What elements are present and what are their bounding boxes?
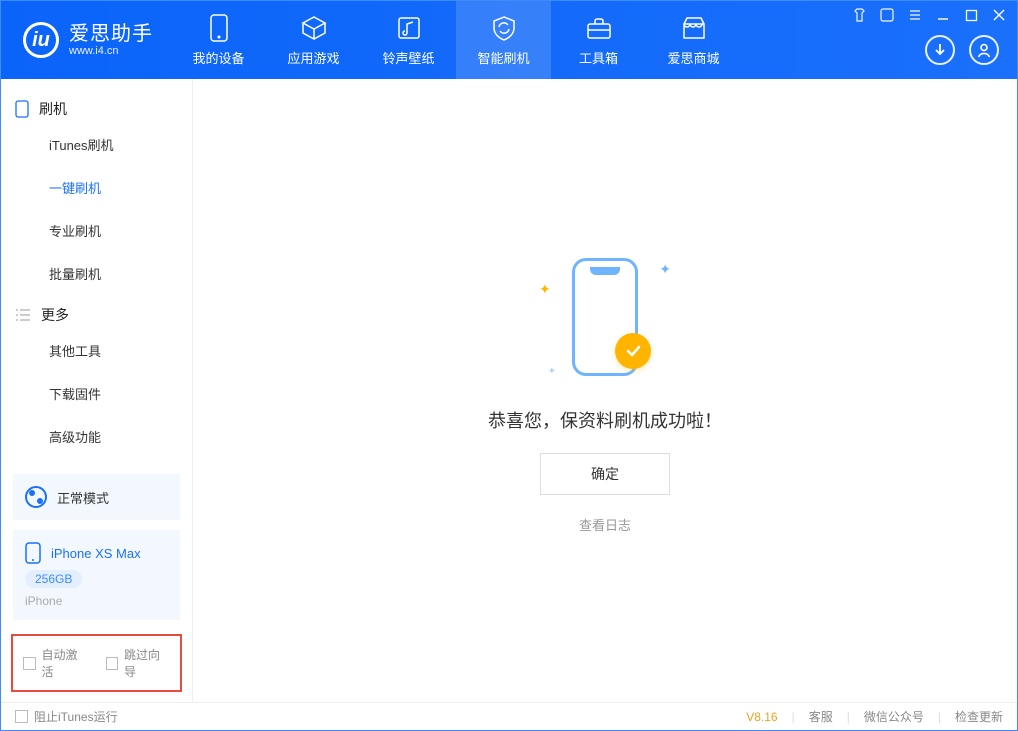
window-controls (851, 7, 1007, 23)
tab-apps[interactable]: 应用游戏 (266, 1, 361, 79)
version-label: V8.16 (746, 710, 777, 724)
sidebar-item-batch-flash[interactable]: 批量刷机 (1, 252, 192, 295)
maximize-icon[interactable] (963, 7, 979, 23)
device-icon (25, 542, 41, 564)
mode-label: 正常模式 (57, 488, 109, 507)
logo: iu 爱思助手 www.i4.cn (1, 1, 171, 79)
cube-icon (300, 14, 328, 42)
check-badge-icon (615, 333, 651, 369)
checkbox-icon (106, 657, 119, 670)
sidebar-group-more: 更多 (1, 295, 192, 329)
tshirt-icon[interactable] (851, 7, 867, 23)
sparkle-icon: ✦ (539, 281, 551, 298)
block-itunes-checkbox[interactable]: 阻止iTunes运行 (15, 708, 118, 725)
header-actions (925, 35, 999, 65)
device-card[interactable]: iPhone XS Max 256GB iPhone (13, 530, 180, 620)
logo-icon: iu (23, 22, 59, 58)
toolbox-icon (585, 14, 613, 42)
sparkle-icon: + (549, 366, 555, 377)
check-update-link[interactable]: 检查更新 (955, 708, 1003, 725)
tab-label: 铃声壁纸 (382, 48, 434, 67)
skip-wizard-checkbox[interactable]: 跳过向导 (106, 646, 171, 680)
sidebar-item-itunes-flash[interactable]: iTunes刷机 (1, 123, 192, 166)
app-subtitle: www.i4.cn (69, 46, 153, 57)
tab-label: 爱思商城 (667, 48, 719, 67)
app-header: iu 爱思助手 www.i4.cn 我的设备 应用游戏 铃声壁纸 智能刷机 工具… (1, 1, 1017, 79)
capacity-badge: 256GB (25, 570, 82, 588)
phone-icon (205, 14, 233, 42)
feedback-icon[interactable] (879, 7, 895, 23)
main-content: ✦ ✦ + 恭喜您，保资料刷机成功啦！ 确定 查看日志 (193, 79, 1017, 702)
tab-store[interactable]: 爱思商城 (646, 1, 741, 79)
download-button[interactable] (925, 35, 955, 65)
main-tabs: 我的设备 应用游戏 铃声壁纸 智能刷机 工具箱 爱思商城 (171, 1, 741, 79)
mode-card[interactable]: 正常模式 (13, 474, 180, 520)
auto-activate-checkbox[interactable]: 自动激活 (23, 646, 88, 680)
store-icon (680, 14, 708, 42)
footer: 阻止iTunes运行 V8.16 | 客服 | 微信公众号 | 检查更新 (1, 702, 1017, 730)
checkbox-icon (23, 657, 36, 670)
tab-label: 工具箱 (579, 48, 618, 67)
phone-small-icon (15, 100, 29, 118)
device-type: iPhone (25, 594, 168, 608)
refresh-shield-icon (490, 14, 518, 42)
view-log-link[interactable]: 查看日志 (579, 515, 631, 534)
mode-icon (25, 486, 47, 508)
tab-label: 我的设备 (192, 48, 244, 67)
checkbox-icon (15, 710, 28, 723)
tab-label: 智能刷机 (477, 48, 529, 67)
tab-ringtones[interactable]: 铃声壁纸 (361, 1, 456, 79)
user-button[interactable] (969, 35, 999, 65)
close-icon[interactable] (991, 7, 1007, 23)
sidebar-item-oneclick-flash[interactable]: 一键刷机 (1, 166, 192, 209)
music-icon (395, 14, 423, 42)
tab-toolbox[interactable]: 工具箱 (551, 1, 646, 79)
sidebar-item-download-firmware[interactable]: 下载固件 (1, 372, 192, 415)
device-name: iPhone XS Max (51, 546, 141, 561)
success-message: 恭喜您，保资料刷机成功啦！ (488, 407, 722, 433)
sidebar-item-advanced[interactable]: 高级功能 (1, 415, 192, 458)
sidebar-item-pro-flash[interactable]: 专业刷机 (1, 209, 192, 252)
sparkle-icon: ✦ (659, 261, 671, 278)
minimize-icon[interactable] (935, 7, 951, 23)
app-title: 爱思助手 (69, 24, 153, 44)
menu-icon[interactable] (907, 7, 923, 23)
sidebar-item-other-tools[interactable]: 其他工具 (1, 329, 192, 372)
flash-options: 自动激活 跳过向导 (11, 634, 182, 692)
tab-flash[interactable]: 智能刷机 (456, 1, 551, 79)
tab-label: 应用游戏 (287, 48, 339, 67)
list-icon (15, 308, 31, 322)
wechat-link[interactable]: 微信公众号 (864, 708, 924, 725)
success-illustration: ✦ ✦ + (505, 247, 705, 387)
ok-button[interactable]: 确定 (540, 453, 670, 495)
device-panel: 正常模式 iPhone XS Max 256GB iPhone (1, 464, 192, 630)
tab-my-device[interactable]: 我的设备 (171, 1, 266, 79)
sidebar-group-flash: 刷机 (1, 89, 192, 123)
sidebar: 刷机 iTunes刷机 一键刷机 专业刷机 批量刷机 更多 其他工具 下载固件 … (1, 79, 193, 702)
customer-service-link[interactable]: 客服 (809, 708, 833, 725)
